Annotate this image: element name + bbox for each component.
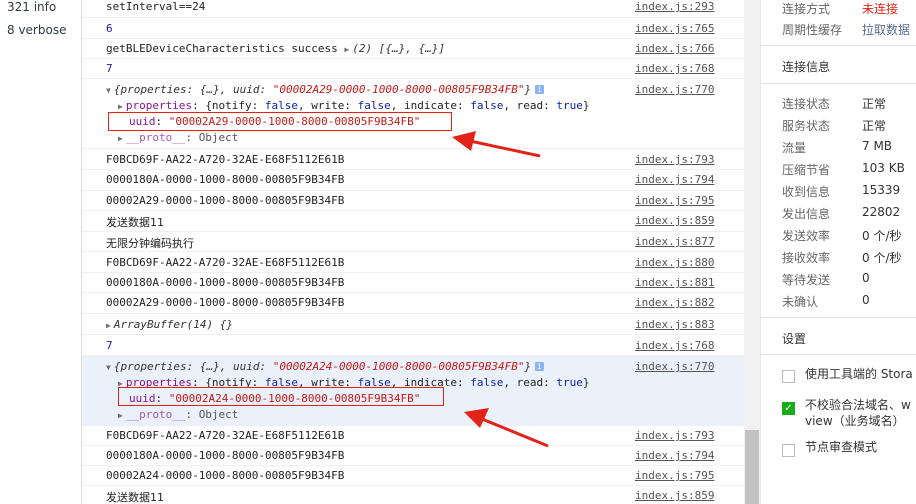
checkbox-node-inspect[interactable]: [782, 444, 795, 457]
right-panel: 连接方式 未连接 周期性缓存 拉取数据 连接信息 连接状态 正常 服务状态 正常 流…: [760, 0, 916, 504]
stat-value: 22802: [862, 205, 901, 219]
red-arrow-icon: [452, 131, 541, 158]
stat-key: 接收效率: [782, 251, 831, 265]
divider: [761, 317, 916, 318]
pull-data-link[interactable]: 拉取数据: [862, 21, 910, 38]
divider: [761, 354, 916, 355]
divider: [761, 83, 916, 84]
stat-value: 正常: [862, 97, 887, 111]
stat-key: 未确认: [782, 295, 819, 309]
stat-value: 7 MB: [862, 139, 893, 153]
stat-key: 发出信息: [782, 207, 831, 221]
stat-key: 压缩节省: [782, 163, 831, 177]
stat-row: 流量 7 MB: [782, 139, 916, 159]
red-arrow-icon: [464, 408, 549, 448]
settings-title: 设置: [782, 332, 807, 346]
info-row-periodic-cache: 周期性缓存 拉取数据: [782, 21, 916, 41]
stat-row: 连接状态 正常: [782, 95, 916, 115]
scrollbar-thumb[interactable]: [745, 430, 759, 504]
stat-value: 0: [862, 293, 870, 307]
section-title: 连接信息: [782, 60, 831, 74]
option-label: view（业务域名）: [805, 414, 905, 428]
checkbox-skip-domain-check[interactable]: ✓: [782, 402, 795, 415]
stat-row: 收到信息 15339: [782, 183, 916, 203]
info-key: 周期性缓存: [782, 23, 843, 37]
stat-row: 等待发送 0: [782, 271, 916, 291]
stat-key: 等待发送: [782, 273, 831, 287]
stat-key: 流量: [782, 141, 807, 155]
stat-value: 0 个/秒: [862, 229, 902, 243]
stat-key: 连接状态: [782, 97, 831, 111]
option-label: 不校验合法域名、w: [805, 398, 911, 412]
stat-key: 发送效率: [782, 229, 831, 243]
stat-row: 压缩节省 103 KB: [782, 161, 916, 181]
info-row-connection-mode: 连接方式 未连接: [782, 0, 916, 20]
stat-value: 15339: [862, 183, 901, 197]
info-key: 连接方式: [782, 2, 831, 16]
stat-value: 103 KB: [862, 161, 905, 175]
stat-key: 收到信息: [782, 185, 831, 199]
option-label: 节点审查模式: [805, 440, 878, 454]
stat-value: 0 个/秒: [862, 251, 902, 265]
checkbox-storage[interactable]: [782, 370, 795, 383]
stat-key: 服务状态: [782, 119, 831, 133]
stat-value: 0: [862, 271, 870, 285]
divider: [761, 45, 916, 46]
stat-row: 接收效率 0 个/秒: [782, 249, 916, 269]
stat-row: 发送效率 0 个/秒: [782, 227, 916, 247]
console-scrollbar[interactable]: [744, 0, 760, 504]
option-label: 使用工具端的 Stora: [805, 367, 913, 381]
stat-row: 服务状态 正常: [782, 117, 916, 137]
stat-row: 未确认 0: [782, 293, 916, 313]
stat-value: 正常: [862, 119, 887, 133]
stat-row: 发出信息 22802: [782, 205, 916, 225]
info-value: 未连接: [862, 2, 899, 16]
